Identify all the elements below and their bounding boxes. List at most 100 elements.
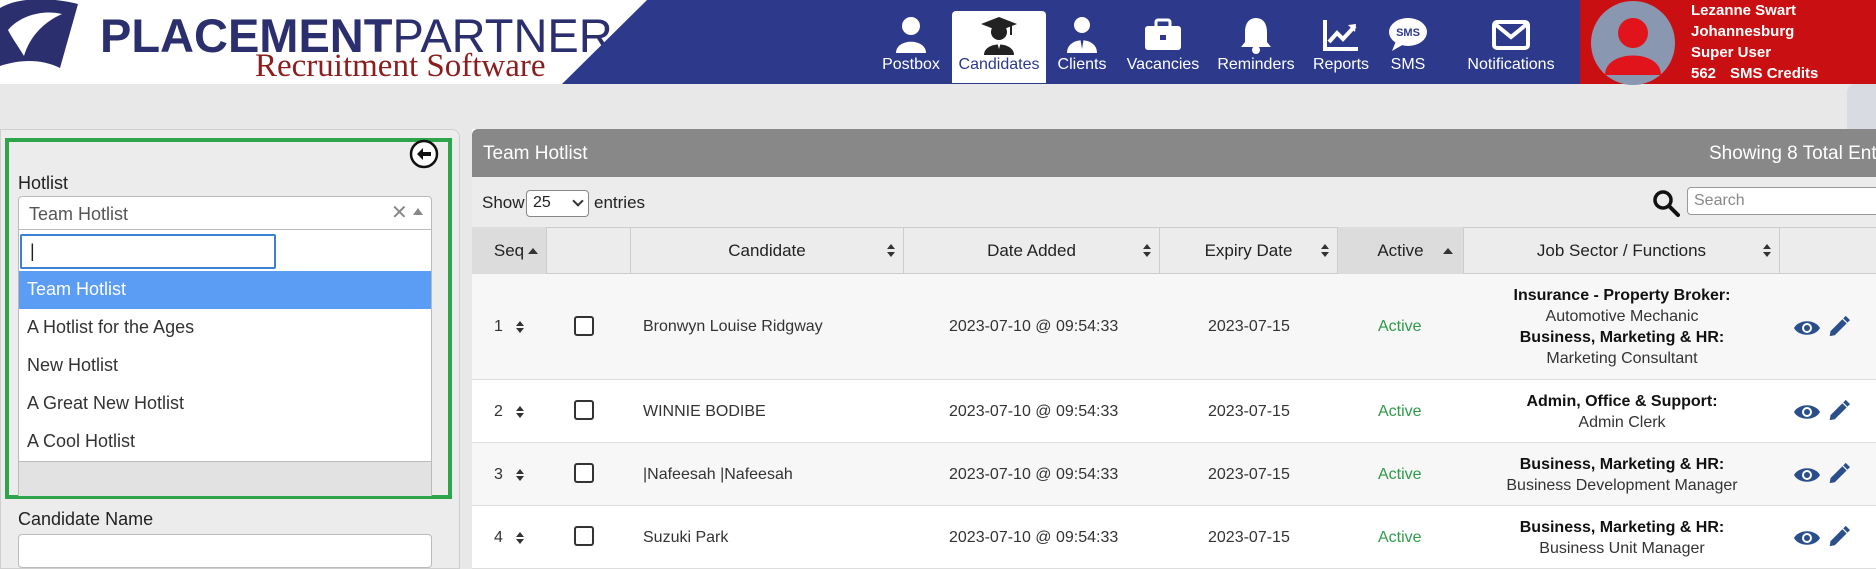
reorder-icon[interactable] — [516, 532, 524, 546]
date-added: 2023-07-10 @ 09:54:33 — [949, 403, 1119, 420]
col-seq[interactable]: Seq — [472, 227, 547, 274]
nav-vacancies[interactable]: Vacancies — [1117, 11, 1209, 83]
hotlist-option[interactable]: A Great New Hotlist — [19, 385, 431, 423]
date-added: 2023-07-10 @ 09:54:33 — [949, 529, 1119, 546]
job-sectors: Admin, Office & Support: Admin Clerk — [1526, 393, 1718, 431]
select-underlay — [18, 462, 432, 496]
show-label: Show — [482, 193, 525, 212]
candidate-name[interactable]: Bronwyn Louise Ridgway — [643, 318, 823, 336]
reorder-icon[interactable] — [516, 406, 524, 420]
job-sectors: Business, Marketing & HR: Business Unit … — [1519, 519, 1725, 557]
briefcase-icon — [1145, 18, 1181, 50]
hotlist-label: Hotlist — [18, 173, 69, 193]
results-header — [472, 129, 1876, 177]
col-date-added[interactable]: Date Added — [904, 227, 1160, 274]
reorder-icon[interactable] — [516, 469, 524, 483]
nav-label: Vacancies — [1126, 56, 1200, 73]
user-role: Super User — [1691, 44, 1772, 61]
hotlist-option[interactable]: A Cool Hotlist — [19, 423, 431, 461]
view-eye-icon[interactable] — [1793, 527, 1821, 549]
view-eye-icon[interactable] — [1793, 401, 1821, 423]
chevron-down-icon — [572, 195, 584, 207]
sort-icon — [887, 244, 895, 258]
seq-number: 4 — [494, 529, 503, 546]
reorder-icon[interactable] — [516, 321, 524, 335]
col-actions — [1780, 227, 1876, 274]
active-status: Active — [1378, 466, 1422, 483]
nav-reminders[interactable]: Reminders — [1210, 11, 1302, 83]
svg-text:SMS: SMS — [1396, 27, 1420, 39]
caret-up-icon[interactable] — [413, 208, 423, 215]
candidate-name-label: Candidate Name — [18, 509, 154, 529]
user-icon — [896, 17, 926, 53]
col-candidate[interactable]: Candidate — [631, 227, 904, 274]
edit-pencil-icon[interactable] — [1825, 399, 1853, 421]
col-active[interactable]: Active — [1338, 227, 1464, 274]
expiry-date: 2023-07-15 — [1208, 529, 1290, 546]
sort-icon — [1143, 244, 1151, 258]
page-size-select[interactable]: 25 — [526, 190, 589, 217]
hotlist-option[interactable]: New Hotlist — [19, 347, 431, 385]
edit-pencil-icon[interactable] — [1825, 315, 1853, 337]
active-status: Active — [1378, 403, 1422, 420]
seq-number: 1 — [494, 318, 503, 335]
view-eye-icon[interactable] — [1793, 317, 1821, 339]
hotlist-select[interactable]: Team Hotlist — [18, 196, 432, 230]
candidate-name[interactable]: Suzuki Park — [643, 529, 728, 547]
nav-postbox[interactable]: Postbox — [866, 11, 956, 83]
row-checkbox[interactable] — [574, 526, 594, 546]
results-title: Team Hotlist — [483, 143, 588, 164]
sort-icon — [1763, 244, 1771, 258]
active-status: Active — [1378, 529, 1422, 546]
row-checkbox[interactable] — [574, 316, 594, 336]
sort-asc-icon — [1443, 248, 1453, 254]
row-checkbox[interactable] — [574, 400, 594, 420]
view-eye-icon[interactable] — [1793, 464, 1821, 486]
graduate-icon — [981, 17, 1017, 55]
nav-sms[interactable]: SMS SMS — [1363, 11, 1453, 83]
nav-label: SMS — [1390, 56, 1426, 73]
candidate-name[interactable]: WINNIE BODIBE — [643, 403, 766, 421]
nav-label: Postbox — [882, 56, 940, 73]
job-sectors: Business, Marketing & HR: Business Devel… — [1506, 456, 1738, 494]
user-location: Johannesburg — [1691, 23, 1795, 40]
nav-clients[interactable]: Clients — [1037, 11, 1127, 83]
expiry-date: 2023-07-15 — [1208, 318, 1290, 335]
user-info: Lezanne Swart Johannesburg Super User 56… — [1691, 0, 1832, 84]
nav-label: Reminders — [1217, 56, 1295, 73]
expiry-date: 2023-07-15 — [1208, 466, 1290, 483]
hotlist-search-input[interactable]: | — [20, 234, 276, 269]
entries-count: Showing 8 Total Entrie — [1709, 143, 1876, 164]
nav-label: Clients — [1057, 56, 1107, 73]
col-job-sector[interactable]: Job Sector / Functions — [1464, 227, 1780, 274]
bell-icon — [1241, 18, 1271, 54]
seq-number: 2 — [494, 403, 503, 420]
hotlist-option[interactable]: A Hotlist for the Ages — [19, 309, 431, 347]
date-added: 2023-07-10 @ 09:54:33 — [949, 318, 1119, 335]
business-user-icon — [1067, 17, 1097, 53]
date-added: 2023-07-10 @ 09:54:33 — [949, 466, 1119, 483]
user-name: Lezanne Swart — [1691, 2, 1797, 19]
edit-pencil-icon[interactable] — [1825, 525, 1853, 547]
nav-candidates[interactable]: Candidates — [952, 11, 1046, 83]
table-search-input[interactable]: Search — [1687, 187, 1876, 215]
seq-number: 3 — [494, 466, 503, 483]
nav-notifications[interactable]: Notifications — [1456, 11, 1566, 83]
row-checkbox[interactable] — [574, 463, 594, 483]
avatar-user-icon — [1605, 18, 1661, 75]
col-expiry-date[interactable]: Expiry Date — [1160, 227, 1338, 274]
edit-pencil-icon[interactable] — [1825, 462, 1853, 484]
candidate-name-input[interactable] — [18, 534, 432, 568]
sort-asc-icon — [528, 248, 538, 254]
search-icon[interactable] — [1652, 189, 1680, 217]
hotlist-option[interactable]: Team Hotlist — [19, 271, 431, 309]
expiry-date: 2023-07-15 — [1208, 403, 1290, 420]
clear-icon[interactable]: ✕ — [391, 200, 408, 225]
avatar[interactable] — [1591, 1, 1675, 85]
candidate-name[interactable]: |Nafeesah |Nafeesah — [643, 466, 793, 484]
collapse-arrow-icon[interactable] — [409, 139, 439, 169]
nav-label: Candidates — [958, 56, 1040, 73]
job-sectors: Insurance - Property Broker: Automotive … — [1513, 287, 1731, 367]
active-status: Active — [1378, 318, 1422, 335]
col-select — [547, 227, 631, 274]
